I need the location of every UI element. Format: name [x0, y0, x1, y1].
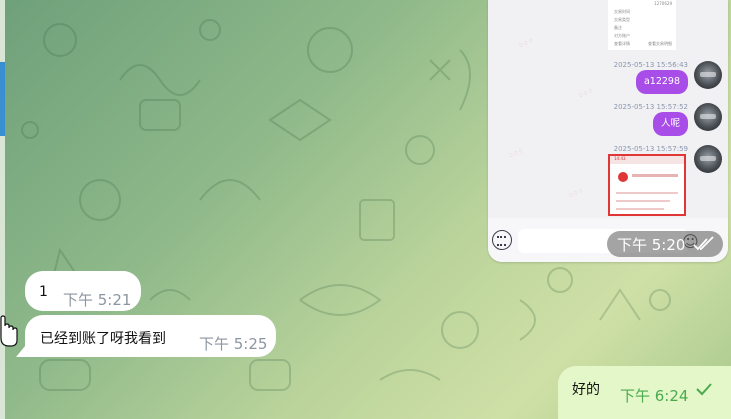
- card-label: 交易时间: [614, 9, 630, 14]
- avatar: [694, 145, 722, 173]
- hand-cursor-icon: [0, 315, 18, 347]
- avatar: [694, 61, 722, 89]
- receipt-line: [616, 192, 678, 194]
- receipt-line: [616, 208, 664, 210]
- message-time: 下午 5:25: [199, 335, 268, 353]
- selection-accent-bar: [0, 62, 5, 136]
- message-text: 已经到账了呀我看到: [40, 331, 166, 347]
- outgoing-message-bubble[interactable]: 好的 下午 6:24: [558, 366, 731, 419]
- bank-logo-icon: [618, 172, 628, 182]
- card-label: 备注: [614, 25, 622, 30]
- bank-receipt-thumbnail: 14:43: [608, 154, 686, 216]
- image-time: 下午 5:20: [617, 235, 686, 254]
- message-time: 下午 5:21: [63, 291, 132, 309]
- double-check-icon: [693, 236, 714, 251]
- receipt-line: [616, 200, 670, 202]
- message-timestamp: 2025-05-13 15:56:43: [613, 61, 688, 69]
- card-value: 1270629: [654, 1, 672, 6]
- forwarded-screenshot-image[interactable]: 1270629 交易时间 交易类型 备注 对方账户 查看详情 查看交易明细 ♢♢♢…: [488, 0, 728, 262]
- card-label: 交易类型: [614, 17, 630, 22]
- receipt-header: 14:43: [610, 156, 684, 164]
- card-value: 查看交易明细: [648, 41, 672, 46]
- incoming-message-bubble[interactable]: 1 下午 5:21: [25, 271, 141, 311]
- purple-message-bubble: a12298: [635, 70, 688, 94]
- message-timestamp: 2025-05-13 15:57:59: [613, 145, 688, 153]
- avatar: [694, 103, 722, 131]
- watermark: ♢♢♢: [517, 36, 535, 51]
- card-label: 查看详情: [614, 41, 630, 46]
- message-text: 1: [39, 284, 48, 300]
- message-time: 下午 6:24: [620, 387, 689, 405]
- watermark: ♢♢♢: [507, 146, 525, 161]
- keyboard-icon: [492, 230, 512, 250]
- receipt-line: [632, 174, 678, 177]
- card-label: 对方账户: [614, 33, 630, 38]
- single-check-icon: [696, 383, 712, 396]
- watermark: ♢♢♢: [567, 186, 585, 201]
- image-time-overlay: 下午 5:20: [607, 231, 723, 257]
- watermark: ♢♢♢: [577, 86, 595, 101]
- message-timestamp: 2025-05-13 15:57:52: [613, 103, 688, 111]
- transaction-detail-card: 1270629 交易时间 交易类型 备注 对方账户 查看详情 查看交易明细: [608, 0, 676, 50]
- message-text: 好的: [572, 382, 600, 398]
- incoming-message-bubble[interactable]: 已经到账了呀我看到 下午 5:25: [25, 315, 276, 357]
- purple-message-bubble: 人呢: [652, 112, 688, 136]
